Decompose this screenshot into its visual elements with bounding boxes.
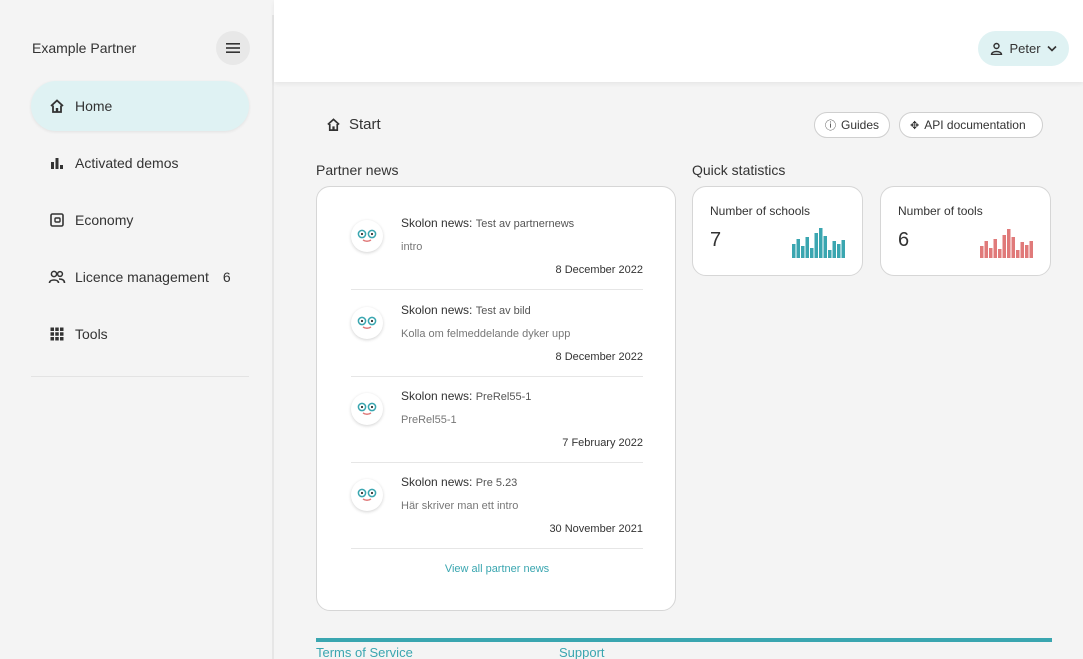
stat-label: Number of schools [710, 204, 811, 218]
top-bar: Peter [274, 0, 1083, 82]
news-item[interactable]: Skolon news: PreRel55-1 PreRel55-1 7 Feb… [351, 377, 643, 463]
skolon-logo-icon [351, 393, 383, 425]
sidebar-nav: Home Activated demos Economy Licence man… [31, 81, 249, 366]
bar-chart-icon [792, 228, 845, 258]
home-icon [327, 118, 340, 131]
stat-value: 7 [710, 229, 722, 251]
wallet-icon [48, 211, 66, 229]
news-item[interactable]: Skolon news: Test av partnernews intro 8… [351, 204, 643, 290]
sidebar-item-label: Activated demos [75, 155, 179, 171]
hamburger-icon [226, 43, 240, 53]
skolon-logo-icon [351, 479, 383, 511]
news-date: 8 December 2022 [555, 351, 643, 363]
sidebar-item-label: Home [75, 98, 113, 114]
news-date: 7 February 2022 [562, 437, 643, 449]
news-date: 30 November 2021 [549, 523, 643, 535]
terms-of-service-link[interactable]: Terms of Service [316, 645, 413, 659]
brand-name: Example Partner [32, 40, 137, 56]
quick-statistics-heading: Quick statistics [692, 162, 786, 178]
licence-count-badge: 6 [222, 269, 231, 285]
stat-card-schools[interactable]: Number of schools 7 [692, 186, 863, 276]
bar-chart-icon [48, 154, 66, 172]
sidebar-item-home[interactable]: Home [31, 81, 249, 131]
news-date: 8 December 2022 [555, 264, 643, 276]
grid-icon [48, 325, 66, 343]
footer-accent-bar [316, 638, 1052, 642]
support-link[interactable]: Support [559, 645, 605, 659]
sidebar: Example Partner Home Activated demos Eco… [0, 0, 274, 659]
breadcrumb: Start [326, 116, 381, 133]
home-icon [48, 97, 66, 115]
skolon-logo-icon [351, 220, 383, 252]
skolon-logo-icon [351, 307, 383, 339]
bar-chart-icon [980, 229, 1033, 258]
news-title: Skolon news: Pre 5.23 [401, 475, 518, 489]
sidebar-item-label: Licence management [75, 269, 209, 285]
partner-news-card: Skolon news: Test av partnernews intro 8… [316, 186, 676, 611]
user-menu-button[interactable]: Peter [978, 31, 1069, 66]
sidebar-border [272, 15, 274, 659]
news-intro: PreRel55-1 [401, 414, 457, 426]
sidebar-item-label: Economy [75, 212, 134, 228]
news-intro: intro [401, 241, 423, 253]
guides-button[interactable]: ⓘ Guides [814, 112, 890, 138]
info-circle-icon: ⓘ [825, 120, 836, 132]
menu-button[interactable] [216, 31, 250, 65]
sidebar-item-economy[interactable]: Economy [31, 195, 249, 245]
news-intro: Här skriver man ett intro [401, 500, 519, 512]
api-documentation-button[interactable]: ✥ API documentation [899, 112, 1043, 138]
news-title: Skolon news: PreRel55-1 [401, 389, 532, 403]
view-all-news-link[interactable]: View all partner news [317, 563, 677, 575]
stat-label: Number of tools [898, 204, 983, 218]
page-title: Start [349, 116, 381, 133]
news-title: Skolon news: Test av bild [401, 303, 531, 317]
guides-label: Guides [841, 118, 880, 132]
api-icon: ✥ [910, 119, 920, 132]
api-label: API documentation [924, 118, 1026, 132]
partner-news-heading: Partner news [316, 162, 399, 178]
user-icon [991, 42, 1003, 55]
sidebar-item-tools[interactable]: Tools [31, 309, 249, 359]
news-intro: Kolla om felmeddelande dyker upp [401, 328, 571, 340]
sidebar-divider [31, 376, 249, 377]
stat-card-tools[interactable]: Number of tools 6 [880, 186, 1051, 276]
user-name: Peter [1009, 41, 1041, 56]
sidebar-item-licence-management[interactable]: Licence management 6 [31, 252, 249, 302]
sidebar-item-activated-demos[interactable]: Activated demos [31, 138, 249, 188]
sidebar-item-label: Tools [75, 326, 108, 342]
brand-row: Example Partner [32, 31, 250, 65]
stat-value: 6 [898, 229, 910, 251]
chevron-down-icon [1046, 45, 1057, 52]
news-item[interactable]: Skolon news: Test av bild Kolla om felme… [351, 291, 643, 377]
news-item[interactable]: Skolon news: Pre 5.23 Här skriver man et… [351, 463, 643, 549]
news-title: Skolon news: Test av partnernews [401, 216, 575, 230]
users-icon [48, 268, 66, 286]
